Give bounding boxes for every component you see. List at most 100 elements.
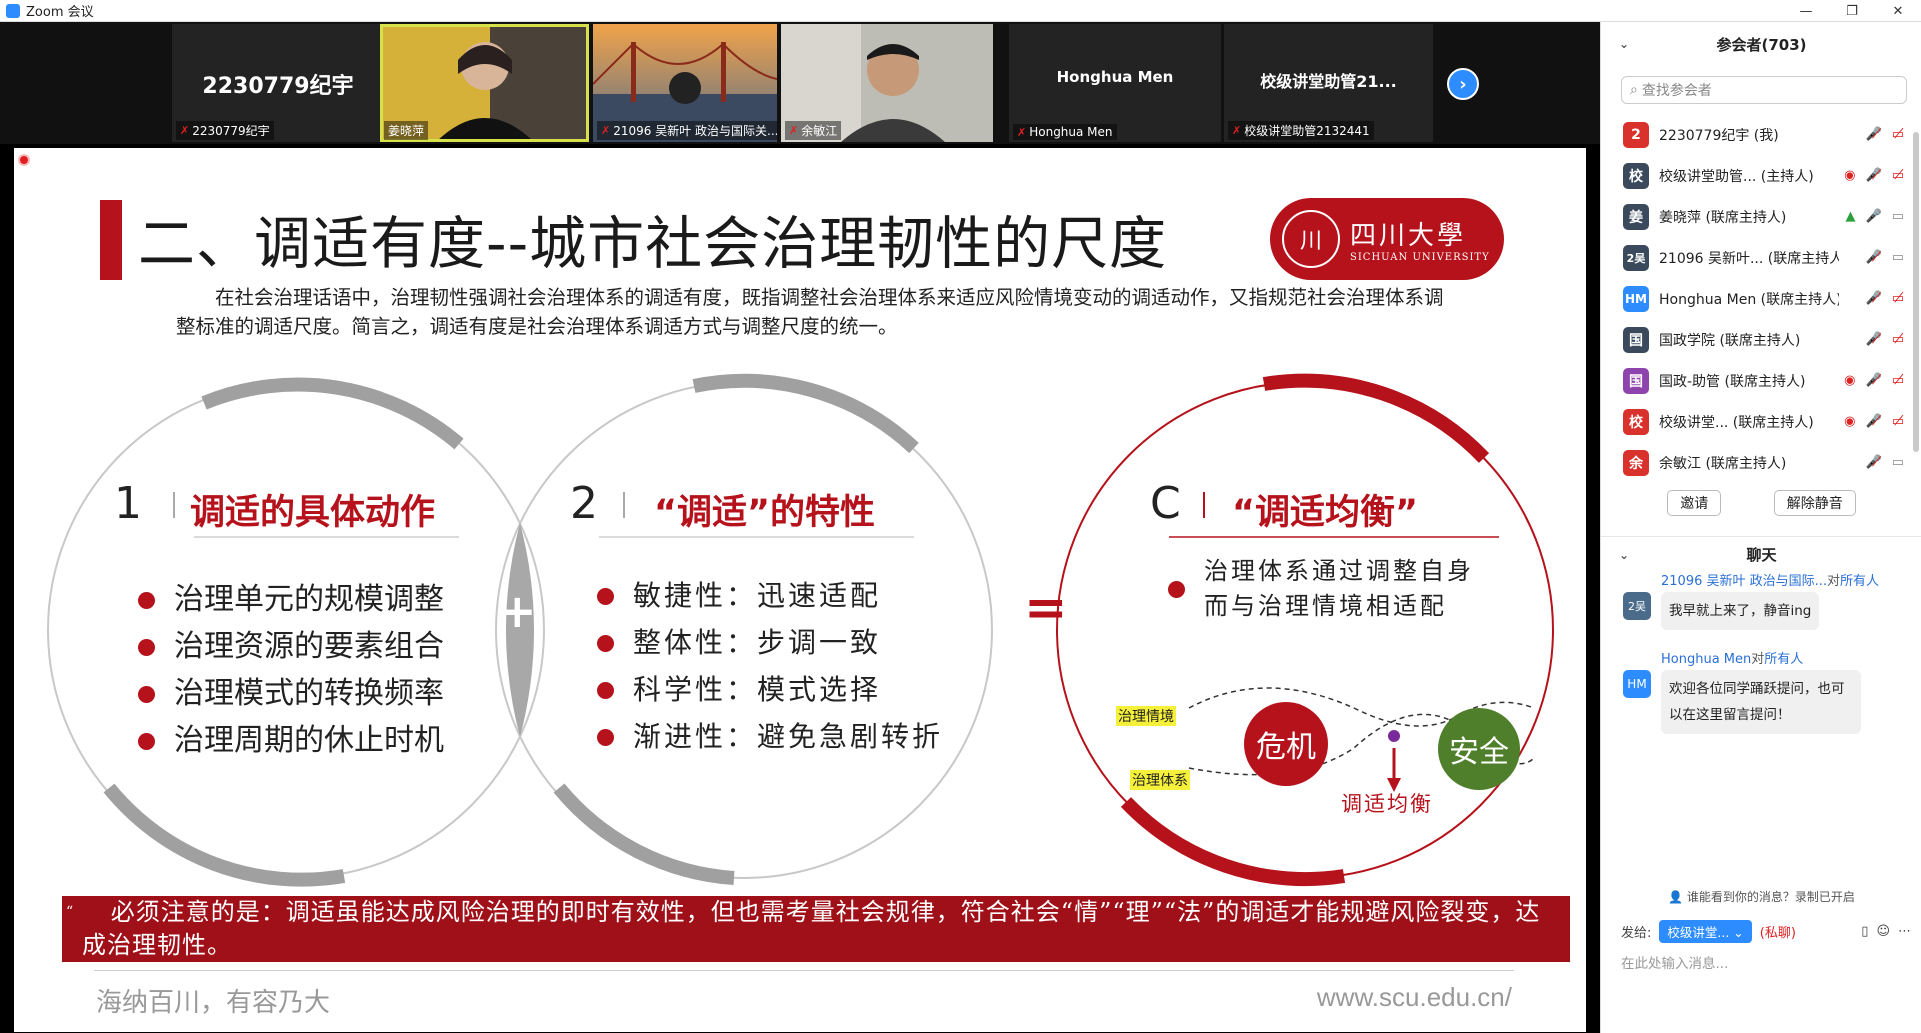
video-tile[interactable]: 2230779纪宇 ✗ 2230779纪宇 (172, 24, 384, 142)
message-sender: 21096 吴新叶 政治与国际...对所有人 (1661, 570, 1879, 589)
participant-status: 🎤̸ ▭̸ (1866, 291, 1904, 306)
recording-icon: ◉ (1844, 414, 1856, 429)
private-chat-label: (私聊) (1759, 926, 1796, 941)
participant-status: 🎤̸ ▭̸ (1866, 127, 1904, 142)
system-label: 治理体系 (1130, 770, 1190, 790)
next-page-button[interactable]: › (1447, 68, 1479, 100)
mic-muted-icon: ✗ (601, 124, 611, 137)
circle-title: “调适”的特性 (654, 493, 876, 533)
restore-button[interactable]: ❐ (1829, 0, 1875, 22)
emoji-icon[interactable]: ☺ (1876, 924, 1890, 939)
plus-sign: + (498, 584, 537, 638)
message-text: 欢迎各位同学踊跃提问，也可以在这里留言提问！ (1661, 670, 1861, 734)
avatar: 校 (1623, 162, 1649, 189)
mic-muted-icon: 🎤̸ (1865, 332, 1882, 347)
unmute-button[interactable]: 解除静音 (1773, 490, 1856, 516)
list-item: 敏捷性：迅速适配 (597, 572, 943, 619)
video-tile[interactable]: 校级讲堂助管21... ✗ 校级讲堂助管2132441 (1224, 24, 1433, 142)
participant-name: 国政-助管 (联席主持人) (1659, 373, 1806, 390)
close-button[interactable]: ✕ (1875, 0, 1921, 22)
message-text: 我早就上来了，静音ing (1661, 592, 1820, 630)
chat-message: Honghua Men对所有人 HM 欢迎各位同学踊跃提问，也可以在这里留言提问… (1601, 648, 1921, 744)
participant-search-input[interactable]: ⌕ 查找参会者 (1621, 76, 1907, 104)
tile-label-text: Honghua Men (1029, 125, 1113, 139)
participant-status: ▲ 🎤 ▭ (1846, 209, 1904, 224)
tile-label-text: 姜晓萍 (388, 124, 425, 138)
attention-note: “ 必须注意的是：调适虽能达成风险治理的即时有效性，但也需考量社会规律，符合社会… (62, 890, 1570, 962)
mic-muted-icon: 🎤̸ (1865, 291, 1882, 306)
participant-row[interactable]: 2吴 21096 吴新叶... (联席主持人) 🎤̸ ▭ (1601, 237, 1921, 278)
recipient-name: 所有人 (1764, 652, 1804, 667)
tile-label: 姜晓萍 (384, 121, 429, 140)
circle-number: 2 (570, 478, 598, 529)
participant-row[interactable]: HM Honghua Men (联席主持人) 🎤̸ ▭̸ (1601, 278, 1921, 319)
minimize-button[interactable]: — (1783, 0, 1829, 22)
chat-privacy-notice[interactable]: 👤 谁能看到你的消息？录制已开启 (1601, 888, 1921, 905)
privacy-text: 谁能看到你的消息？录制已开启 (1686, 890, 1855, 904)
chevron-down-icon[interactable]: ⌄ (1619, 548, 1629, 562)
mic-muted-icon: 🎤̸ (1865, 168, 1882, 183)
participant-row[interactable]: 姜 姜晓萍 (联席主持人) ▲ 🎤 ▭ (1601, 196, 1921, 237)
video-tile[interactable]: ✗ 余敏江 (781, 24, 993, 142)
avatar: HM (1623, 670, 1651, 698)
zoom-logo-icon (6, 3, 20, 18)
avatar: 2吴 (1623, 592, 1651, 620)
video-tile[interactable]: ✗ 21096 吴新叶 政治与国际关... (593, 24, 777, 142)
participant-name: 校级讲堂... (联席主持人) (1659, 414, 1814, 431)
balance-caption: 调适均衡 (1341, 792, 1433, 816)
mic-muted-icon: ✗ (789, 124, 799, 137)
avatar: 国 (1623, 367, 1649, 394)
participant-row[interactable]: 校 校级讲堂助管... (主持人) ◉ 🎤̸ ▭̸ (1601, 155, 1921, 196)
mic-muted-icon: 🎤̸ (1865, 250, 1882, 265)
equals-sign: = (1024, 578, 1068, 638)
invite-button[interactable]: 邀请 (1667, 490, 1722, 516)
list-item: 整体性：步调一致 (597, 619, 943, 666)
participant-status: ◉ 🎤̸ ▭̸ (1844, 373, 1904, 388)
video-gallery: 2230779纪宇 ✗ 2230779纪宇 姜晓萍 ✗ 21096 吴新叶 政治… (0, 22, 1600, 144)
participant-status: 🎤̸ ▭̸ (1866, 332, 1904, 347)
list-item: 治理模式的转换频率 (138, 670, 444, 717)
participant-name: 姜晓萍 (联席主持人) (1659, 209, 1787, 226)
circle-traits-arc-top (692, 373, 919, 454)
mic-muted-icon: ✗ (1232, 124, 1242, 137)
video-tile[interactable]: Honghua Men ✗ Honghua Men (1009, 24, 1221, 142)
video-off-icon: ▭̸ (1891, 291, 1904, 306)
file-icon[interactable]: ▯ (1861, 924, 1868, 939)
circle-number: C (1150, 478, 1181, 529)
chat-title: 聊天 (1746, 546, 1777, 564)
participant-row[interactable]: 余 余敏江 (联席主持人) 🎤̸ ▭ (1601, 442, 1921, 483)
list-item: 治理资源的要素组合 (138, 623, 444, 670)
avatar: 姜 (1623, 203, 1649, 230)
avatar: 2吴 (1623, 244, 1649, 271)
participant-row[interactable]: 国 国政-助管 (联席主持人) ◉ 🎤̸ ▭̸ (1601, 360, 1921, 401)
tile-label: ✗ Honghua Men (1013, 124, 1117, 140)
chat-header: ⌄ 聊天 (1601, 536, 1921, 572)
tile-label: ✗ 校级讲堂助管2132441 (1228, 121, 1374, 140)
circle-actions-list: 治理单元的规模调整 治理资源的要素组合 治理模式的转换频率 治理周期的休止时机 (138, 576, 444, 764)
chat-message-input[interactable]: 在此处输入消息... (1621, 952, 1728, 972)
participant-row[interactable]: 校 校级讲堂... (联席主持人) ◉ 🎤̸ ▭̸ (1601, 401, 1921, 442)
participant-row[interactable]: 国 国政学院 (联席主持人) 🎤̸ ▭̸ (1601, 319, 1921, 360)
participant-name: 国政学院 (联席主持人) (1659, 332, 1801, 349)
more-icon[interactable]: ⋯ (1898, 924, 1911, 939)
avatar: 国 (1623, 326, 1649, 353)
avatar: HM (1623, 285, 1649, 312)
share-screen-icon: ▲ (1845, 209, 1856, 224)
participant-row[interactable]: 2 2230779纪宇 (我) 🎤̸ ▭̸ (1601, 114, 1921, 155)
mic-muted-icon: ✗ (180, 124, 190, 137)
participant-status: 🎤̸ ▭ (1866, 455, 1904, 470)
participant-status: ◉ 🎤̸ ▭̸ (1844, 168, 1904, 183)
participant-list-scrollbar[interactable] (1913, 132, 1919, 452)
participant-actions: 邀请 解除静音 (1601, 490, 1921, 516)
video-off-icon: ▭̸ (1891, 332, 1904, 347)
tile-label: ✗ 余敏江 (785, 121, 842, 140)
tile-display-name: Honghua Men (1056, 68, 1174, 86)
tile-label: ✗ 2230779纪宇 (176, 121, 274, 140)
recipient-select[interactable]: 校级讲堂... ⌄ (1659, 920, 1752, 943)
circle-balance-arc-top (1262, 373, 1490, 463)
tile-label-text: 余敏江 (801, 124, 838, 138)
chevron-down-icon[interactable]: ⌄ (1619, 37, 1629, 51)
meeting-area: 2230779纪宇 ✗ 2230779纪宇 姜晓萍 ✗ 21096 吴新叶 政治… (0, 22, 1600, 1033)
video-tile-active-speaker[interactable]: 姜晓萍 (380, 24, 589, 142)
circle-balance-list: 治理体系通过调整自身而与治理情境相适配 (1168, 554, 1498, 624)
